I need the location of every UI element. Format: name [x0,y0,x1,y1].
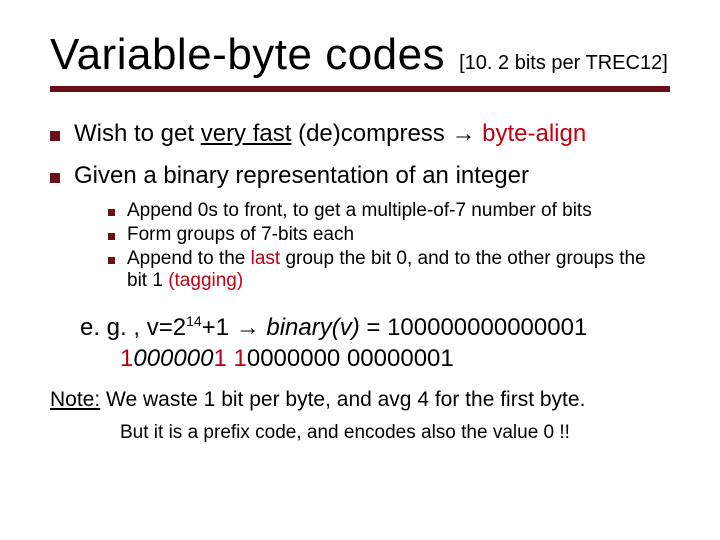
text-fragment: = 100000000000001 [360,314,588,341]
square-bullet-icon [108,257,115,264]
text-fragment: +1 [202,314,236,341]
note-line-2: But it is a prefix code, and encodes als… [120,422,670,444]
text-red: 1 [233,345,246,372]
text-fragment: Wish to get [74,120,201,147]
title-rule [50,86,670,92]
slide: Variable-byte codes [10. 2 bits per TREC… [0,0,720,540]
text-italic: binary(v) [260,314,360,341]
text-red: (tagging) [168,270,243,291]
square-bullet-icon [108,233,115,240]
text-fragment: (de)compress [291,120,451,147]
arrow-icon: → [451,120,475,147]
subbullet-3: Append to the last group the bit 0, and … [108,248,670,292]
text-underline: very fast [201,120,292,147]
text-red: last [251,248,281,269]
square-bullet-icon [50,173,60,183]
note-label: Note: [50,388,100,411]
note-text: We waste 1 bit per byte, and avg 4 for t… [100,388,585,411]
subbullet-2-text: Form groups of 7-bits each [127,224,354,246]
text-red: 1 [120,345,133,372]
square-bullet-icon [108,209,115,216]
square-bullet-icon [50,131,60,141]
arrow-icon: → [236,314,260,341]
text-fragment: e. g. , v=2 [80,314,186,341]
slide-title: Variable-byte codes [50,30,445,80]
bullet-2: Given a binary representation of an inte… [50,162,670,190]
text-fragment: 00000001 [347,345,454,372]
title-row: Variable-byte codes [10. 2 bits per TREC… [50,30,670,80]
bullet-1-text: Wish to get very fast (de)compress → byt… [74,120,586,148]
superscript: 14 [186,313,202,329]
text-fragment: 0000000 [247,345,340,372]
example-line-2: 10000001 10000000 00000001 [120,343,454,374]
example-line-1: e. g. , v=214+1 → binary(v) = 1000000000… [80,312,670,374]
note-line: Note: We waste 1 bit per byte, and avg 4… [50,388,670,412]
subbullet-list: Append 0s to front, to get a multiple-of… [108,200,670,292]
text-red: byte-align [475,120,586,147]
subbullet-1: Append 0s to front, to get a multiple-of… [108,200,670,222]
text-fragment [340,345,347,372]
subbullet-1-text: Append 0s to front, to get a multiple-of… [127,200,592,222]
text-fragment: Append to the [127,248,251,269]
bullet-1: Wish to get very fast (de)compress → byt… [50,120,670,148]
subbullet-3-text: Append to the last group the bit 0, and … [127,248,670,292]
bullet-2-text: Given a binary representation of an inte… [74,162,529,190]
text-red: 1 [213,345,226,372]
subbullet-2: Form groups of 7-bits each [108,224,670,246]
text-italic: 000000 [133,345,213,372]
title-annotation: [10. 2 bits per TREC12] [459,52,668,75]
